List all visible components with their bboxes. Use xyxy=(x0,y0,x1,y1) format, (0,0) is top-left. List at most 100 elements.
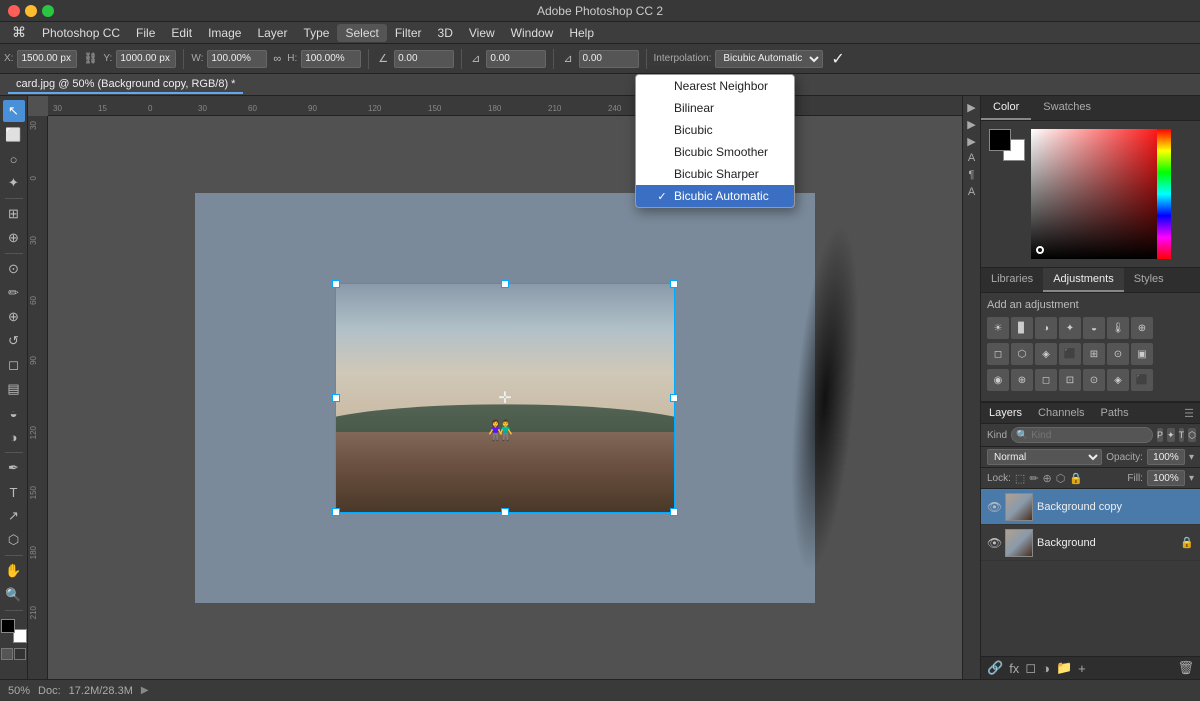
lock-artboard-icon[interactable]: ⬡ xyxy=(1056,472,1066,485)
transform-handle-bl[interactable] xyxy=(332,508,340,516)
tab-color[interactable]: Color xyxy=(981,96,1031,120)
quick-select-tool[interactable]: ✦ xyxy=(3,172,25,194)
menu-file[interactable]: File xyxy=(128,24,163,42)
panel-icon-3[interactable]: ▶ xyxy=(965,134,979,148)
adj-selective-color-icon[interactable]: ⊕ xyxy=(1011,369,1033,391)
panel-icon-5[interactable]: ¶ xyxy=(965,168,979,182)
transform-handle-ml[interactable] xyxy=(332,394,340,402)
link-layers-btn[interactable]: 🔗 xyxy=(987,660,1003,676)
quick-mask-btn[interactable] xyxy=(14,648,26,660)
adj-extra-icon[interactable]: ⬛ xyxy=(1131,369,1153,391)
adj-layer-filter[interactable]: ✦ xyxy=(1167,428,1175,442)
adj-photo-filter-icon[interactable]: ⬡ xyxy=(1011,343,1033,365)
type-tool[interactable]: T xyxy=(3,481,25,503)
layer-background[interactable]: 👁 Background 🔒 xyxy=(981,525,1200,561)
transform-center[interactable]: ✛ xyxy=(498,388,511,408)
select-tool[interactable]: ⬜ xyxy=(3,124,25,146)
menu-view[interactable]: View xyxy=(461,24,503,42)
vskew-input[interactable] xyxy=(579,50,639,68)
pen-tool[interactable]: ✒ xyxy=(3,457,25,479)
foreground-color-box[interactable] xyxy=(989,129,1011,151)
adj-blackwhite-icon[interactable]: ◻ xyxy=(987,343,1009,365)
layer-effects-btn[interactable]: fx xyxy=(1009,661,1019,676)
interpolation-select[interactable]: Bicubic Automatic Nearest Neighbor Bilin… xyxy=(715,50,823,68)
eyedropper-tool[interactable]: ⊕ xyxy=(3,227,25,249)
adj-exposure-icon[interactable]: ✦ xyxy=(1059,317,1081,339)
tab-styles[interactable]: Styles xyxy=(1124,268,1174,292)
transform-handle-br[interactable] xyxy=(670,508,678,516)
lasso-tool[interactable]: ○ xyxy=(3,148,25,170)
fill-dropdown-icon[interactable]: ▾ xyxy=(1189,473,1194,484)
menu-window[interactable]: Window xyxy=(503,24,562,42)
menu-type[interactable]: Type xyxy=(295,24,337,42)
transform-handle-mr[interactable] xyxy=(670,394,678,402)
tab-paths[interactable]: Paths xyxy=(1093,403,1137,423)
transform-handle-bc[interactable] xyxy=(501,508,509,516)
adj-invert-icon[interactable]: ⊞ xyxy=(1083,343,1105,365)
opacity-input[interactable] xyxy=(1147,449,1185,465)
new-layer-btn[interactable]: + xyxy=(1078,661,1086,676)
bg-color-swatch[interactable] xyxy=(13,629,27,643)
standard-mode-btn[interactable] xyxy=(1,648,13,660)
dropdown-item-nearest[interactable]: Nearest Neighbor xyxy=(636,75,794,97)
blur-tool[interactable]: ◒ xyxy=(3,402,25,424)
shape-layer-filter[interactable]: ⬡ xyxy=(1188,428,1196,442)
layer-visibility-bg-copy[interactable]: 👁 xyxy=(987,500,1001,514)
pixel-layer-filter[interactable]: P xyxy=(1157,428,1163,442)
commit-checkmark[interactable]: ✓ xyxy=(827,49,848,69)
crop-tool[interactable]: ⊞ xyxy=(3,203,25,225)
add-group-btn[interactable]: 📁 xyxy=(1056,660,1072,676)
spot-heal-tool[interactable]: ⊙ xyxy=(3,258,25,280)
menu-filter[interactable]: Filter xyxy=(387,24,430,42)
lock-transparent-icon[interactable]: ⬚ xyxy=(1015,472,1025,485)
adj-brightness-icon[interactable]: ☀ xyxy=(987,317,1009,339)
transform-handle-tl[interactable] xyxy=(332,280,340,288)
transform-box[interactable]: 👫 ✛ xyxy=(335,283,675,513)
zoom-tool[interactable]: 🔍 xyxy=(3,584,25,606)
add-adjustment-btn[interactable]: ◑ xyxy=(1042,661,1050,676)
dropdown-item-bilinear[interactable]: Bilinear xyxy=(636,97,794,119)
angle-input[interactable] xyxy=(394,50,454,68)
gradient-tool[interactable]: ▤ xyxy=(3,378,25,400)
panel-icon-2[interactable]: ▶ xyxy=(965,117,979,131)
eraser-tool[interactable]: ◻ xyxy=(3,354,25,376)
adj-threshold-icon[interactable]: ▣ xyxy=(1131,343,1153,365)
hskew-input[interactable] xyxy=(486,50,546,68)
tab-channels[interactable]: Channels xyxy=(1030,403,1092,423)
document-tab[interactable]: card.jpg @ 50% (Background copy, RGB/8) … xyxy=(8,76,243,94)
hand-tool[interactable]: ✋ xyxy=(3,560,25,582)
tab-libraries[interactable]: Libraries xyxy=(981,268,1043,292)
hue-strip[interactable] xyxy=(1157,129,1171,259)
opacity-dropdown-icon[interactable]: ▾ xyxy=(1189,452,1194,463)
panel-icon-4[interactable]: A xyxy=(965,151,979,165)
tab-swatches[interactable]: Swatches xyxy=(1031,96,1103,120)
adj-color-lookup-icon[interactable]: ⬛ xyxy=(1059,343,1081,365)
type-layer-filter[interactable]: T xyxy=(1179,428,1185,442)
adj-gradient-map-icon[interactable]: ◉ xyxy=(987,369,1009,391)
adj-solid-color-icon[interactable]: ◻ xyxy=(1035,369,1057,391)
history-brush-tool[interactable]: ↺ xyxy=(3,330,25,352)
lock-position-icon[interactable]: ⊕ xyxy=(1043,472,1052,485)
adj-gradient-fill-icon[interactable]: ⊡ xyxy=(1059,369,1081,391)
brush-tool[interactable]: ✏ xyxy=(3,282,25,304)
add-mask-btn[interactable]: ◻ xyxy=(1025,660,1036,676)
minimize-button[interactable] xyxy=(25,5,37,17)
dropdown-item-bicubic-sharper[interactable]: Bicubic Sharper xyxy=(636,163,794,185)
menu-3d[interactable]: 3D xyxy=(430,24,461,42)
dropdown-item-bicubic[interactable]: Bicubic xyxy=(636,119,794,141)
adj-curves-icon[interactable]: ◑ xyxy=(1035,317,1057,339)
menu-image[interactable]: Image xyxy=(200,24,249,42)
transform-handle-tr[interactable] xyxy=(670,280,678,288)
adj-pattern-fill-icon[interactable]: ⊙ xyxy=(1083,369,1105,391)
color-spectrum[interactable] xyxy=(1031,129,1171,259)
menu-photoshop[interactable]: Photoshop CC xyxy=(34,24,128,42)
dropdown-item-bicubic-auto[interactable]: ✓ Bicubic Automatic xyxy=(636,185,794,207)
adj-colorbalance-icon[interactable]: ⊕ xyxy=(1131,317,1153,339)
zoom-button[interactable] xyxy=(42,5,54,17)
fill-input[interactable] xyxy=(1147,470,1185,486)
path-select-tool[interactable]: ↗ xyxy=(3,505,25,527)
adj-levels-icon[interactable]: ▊ xyxy=(1011,317,1033,339)
menu-select[interactable]: Select xyxy=(337,24,386,42)
adj-posterize-icon[interactable]: ⊙ xyxy=(1107,343,1129,365)
delete-layer-btn[interactable]: 🗑 xyxy=(1177,660,1194,676)
